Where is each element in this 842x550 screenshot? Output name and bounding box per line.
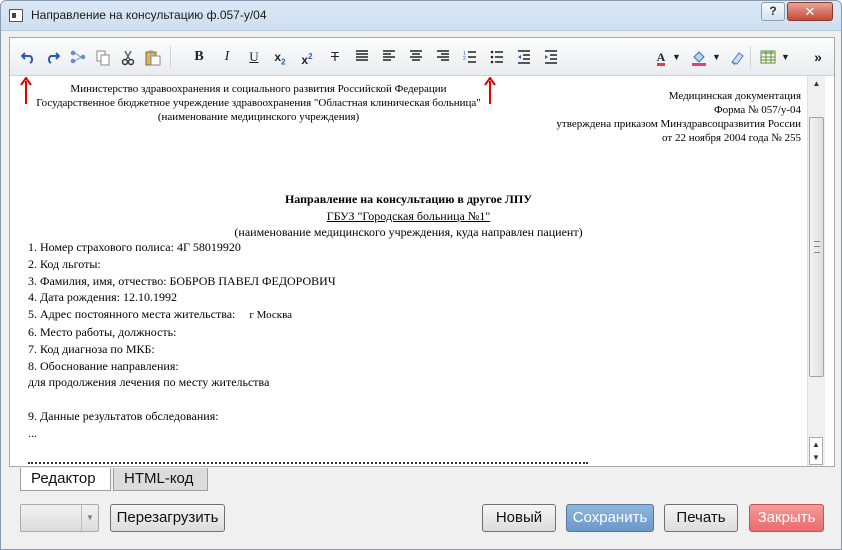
approval-line: утверждена приказом Минздравсоцразвития … [556, 118, 801, 130]
cut-icon[interactable] [117, 48, 139, 66]
field-label: ... [28, 425, 37, 440]
field-label: 6. Место работы, должность: [28, 324, 177, 339]
header-right: Медицинская документация Форма № 057/у-0… [556, 89, 801, 145]
italic-icon[interactable]: I [216, 48, 238, 66]
align-right-icon[interactable] [432, 48, 454, 66]
field-line: 8. Обоснование направления: [28, 358, 336, 375]
field-label: 7. Код диагноза по МКБ: [28, 341, 155, 356]
table-icon[interactable] [757, 48, 779, 66]
link-nodes-icon[interactable] [67, 48, 89, 66]
scroll-down-icon[interactable]: ▼ [810, 451, 822, 464]
copy-icon[interactable] [92, 48, 114, 66]
tab-editor[interactable]: Редактор [20, 468, 111, 491]
field-label: для продолжения лечения по месту жительс… [28, 375, 270, 390]
new-button[interactable]: Новый [482, 504, 556, 532]
paste-icon[interactable] [142, 48, 164, 66]
field-label: 1. Номер страхового полиса: 4Г 58019920 [28, 240, 241, 254]
field-line: 9. Данные результатов обследования: [28, 408, 336, 425]
scroll-up-icon[interactable]: ▲ [810, 438, 822, 451]
scroll-up-icon[interactable]: ▲ [809, 77, 824, 92]
field-line: 5. Адрес постоянного места жительства: г … [28, 306, 336, 324]
print-button[interactable]: Печать [664, 504, 738, 532]
field-line: 1. Номер страхового полиса: 4Г 58019920 [28, 239, 336, 256]
header-left: Министерство здравоохранения и социально… [10, 82, 507, 124]
field-line: 2. Код льготы: [28, 256, 336, 273]
institution-line: Государственное бюджетное учреждение здр… [36, 97, 481, 109]
field-label: 5. Адрес постоянного места жительства: [28, 307, 236, 322]
target-organization: ГБУЗ "Городская больница №1" [326, 209, 491, 223]
field-value: г Москва [249, 309, 293, 322]
reload-button[interactable]: Перезагрузить [110, 504, 225, 532]
field-line: 3. Фамилия, имя, отчество: БОБРОВ ПАВЕЛ … [28, 273, 336, 290]
field-line: 6. Место работы, должность: [28, 324, 336, 341]
target-caption: (наименование медицинского учреждения, к… [234, 225, 583, 239]
institution-caption: (наименование медицинского учреждения) [157, 111, 360, 123]
svg-text:2: 2 [463, 56, 466, 62]
field-line: ... [28, 425, 336, 442]
field-line: для продолжения лечения по месту жительс… [28, 374, 336, 391]
bold-icon[interactable]: B [188, 48, 210, 66]
field-line: 4. Дата рождения: 12.10.1992 [28, 289, 336, 306]
field-label: 4. Дата рождения: 12.10.1992 [28, 290, 178, 305]
field-label: 9. Данные результатов обследования: [28, 408, 219, 423]
superscript-icon[interactable]: x2 [296, 48, 318, 67]
window-close-button[interactable]: ✕ [787, 2, 833, 21]
window-title: Направление на консультацию ф.057-у/04 [31, 8, 267, 22]
toolbar-more-icon[interactable]: » [807, 48, 829, 66]
underline-icon[interactable]: U [243, 48, 265, 66]
font-color-icon[interactable]: A [650, 48, 672, 66]
toolbar-separator [750, 46, 751, 68]
field-label: 2. Код льготы: [28, 256, 101, 271]
tab-html-code[interactable]: HTML-код [113, 468, 208, 491]
document-title: Направление на консультацию в другое ЛПУ [284, 192, 533, 206]
inner-scrollbar[interactable]: ▲ ▼ [809, 437, 823, 465]
chevron-down-icon[interactable]: ▼ [81, 505, 98, 531]
title-bar: Направление на консультацию ф.057-у/04 ?… [1, 1, 841, 31]
editor-toolbar: B I U x2 x2 T 12 A ▼ ▼ ▼ » [10, 38, 834, 76]
close-button[interactable]: Закрыть [749, 504, 824, 532]
font-color-dropdown-icon[interactable]: ▼ [672, 48, 682, 66]
redo-icon[interactable] [42, 48, 64, 66]
form-number-line: Форма № 057/у-04 [713, 104, 801, 116]
numbered-list-icon[interactable]: 12 [459, 48, 481, 66]
window-icon [9, 9, 23, 22]
form-fields: 1. Номер страхового полиса: 4Г 58019920 … [28, 239, 336, 442]
outdent-icon[interactable] [513, 48, 535, 66]
indent-icon[interactable] [540, 48, 562, 66]
field-label: 8. Обоснование направления: [28, 358, 179, 373]
align-justify-icon[interactable] [351, 48, 373, 66]
app-window: Направление на консультацию ф.057-у/04 ?… [0, 0, 842, 550]
ministry-line: Министерство здравоохранения и социально… [70, 83, 447, 95]
fill-color-icon[interactable] [688, 48, 710, 66]
align-center-icon[interactable] [405, 48, 427, 66]
fill-color-dropdown-icon[interactable]: ▼ [712, 48, 722, 66]
table-dropdown-icon[interactable]: ▼ [781, 48, 791, 66]
undo-icon[interactable] [17, 48, 39, 66]
save-button[interactable]: Сохранить [566, 504, 654, 532]
field-line: 7. Код диагноза по МКБ: [28, 341, 336, 358]
clipped-text-line [28, 462, 588, 466]
vertical-scrollbar[interactable]: ▲ [807, 76, 825, 466]
scroll-thumb[interactable] [809, 117, 824, 377]
toolbar-separator [170, 46, 171, 68]
document-area[interactable]: Министерство здравоохранения и социально… [10, 76, 807, 466]
approval-date-line: от 22 ноября 2004 года № 255 [662, 132, 801, 144]
subscript-icon[interactable]: x2 [269, 48, 291, 66]
grip-icon [814, 241, 820, 253]
field-line [28, 391, 336, 408]
bullet-list-icon[interactable] [486, 48, 508, 66]
clear-format-icon[interactable] [726, 48, 748, 66]
field-label: 3. Фамилия, имя, отчество: БОБРОВ ПАВЕЛ … [28, 273, 336, 288]
strikethrough-icon[interactable]: T [324, 48, 346, 66]
align-left-icon[interactable] [378, 48, 400, 66]
form-type-line: Медицинская документация [668, 90, 801, 102]
help-button[interactable]: ? [761, 2, 785, 21]
